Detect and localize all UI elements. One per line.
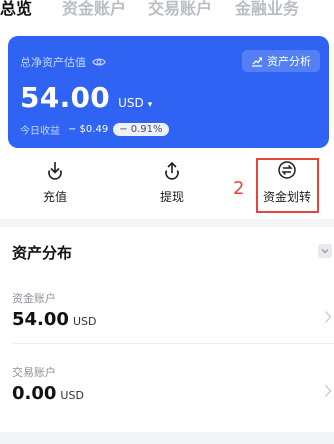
withdraw-icon [165, 161, 179, 180]
transfer-highlight-box [256, 158, 319, 213]
today-profit-percent-badge: − 0.91% [113, 123, 169, 136]
deposit-icon [48, 162, 62, 180]
estimated-value-label-row: 总净资产估值 [20, 54, 106, 70]
tab-overview[interactable]: 总览 [0, 0, 32, 18]
account-amount: 0.00 [12, 383, 57, 404]
account-tabs: 总览 资金账户 交易账户 金融业务 [0, 0, 334, 24]
account-amount: 54.00 [12, 309, 69, 330]
caret-down-icon[interactable]: ▾ [148, 100, 153, 110]
account-currency: USD [60, 389, 84, 402]
collapse-toggle[interactable] [318, 244, 332, 258]
total-asset-value: 54.00 [20, 81, 111, 114]
row-divider [12, 343, 334, 344]
bottom-divider [0, 432, 334, 444]
deposit-button[interactable]: 充值 [23, 160, 87, 210]
withdraw-button[interactable]: 提现 [140, 160, 204, 210]
currency-selector[interactable]: USD [118, 96, 144, 110]
asset-analysis-button[interactable]: 资产分析 [242, 50, 320, 72]
withdraw-label: 提现 [159, 190, 184, 204]
total-value-row: 54.00 USD ▾ [20, 81, 152, 114]
tab-trading-account[interactable]: 交易账户 [148, 0, 212, 18]
eye-icon[interactable] [92, 55, 106, 69]
account-currency: USD [72, 315, 97, 328]
today-profit-label: 今日收益 [20, 126, 60, 137]
trading-account-row[interactable]: 交易账户 0.00 USD [0, 364, 334, 422]
account-label: 交易账户 [12, 366, 56, 379]
step-annotation-number: 2 [233, 178, 245, 199]
today-profit-row: 今日收益 − $0.49 − 0.91% [20, 122, 169, 137]
account-balance: 0.00 USD [12, 383, 84, 404]
tab-funding-account[interactable]: 资金账户 [62, 0, 126, 18]
account-balance: 54.00 USD [12, 309, 96, 330]
chevron-right-icon [325, 311, 332, 323]
asset-analysis-label: 资产分析 [267, 55, 311, 68]
asset-summary-card: 总净资产估值 资产分析 54.00 USD ▾ 今日收益 − $0.49 − 0… [8, 36, 329, 148]
chart-trend-icon [252, 57, 263, 67]
today-profit-value: − $0.49 [68, 124, 109, 135]
asset-distribution-title: 资产分布 [12, 244, 73, 262]
total-asset-label: 总净资产估值 [20, 56, 86, 69]
tab-financial-business[interactable]: 金融业务 [235, 0, 299, 18]
funding-account-row[interactable]: 资金账户 54.00 USD [0, 290, 334, 348]
chevron-down-icon [321, 249, 329, 254]
account-label: 资金账户 [12, 292, 56, 305]
section-divider [0, 219, 334, 227]
chevron-right-icon [325, 385, 332, 397]
deposit-label: 充值 [42, 190, 67, 204]
